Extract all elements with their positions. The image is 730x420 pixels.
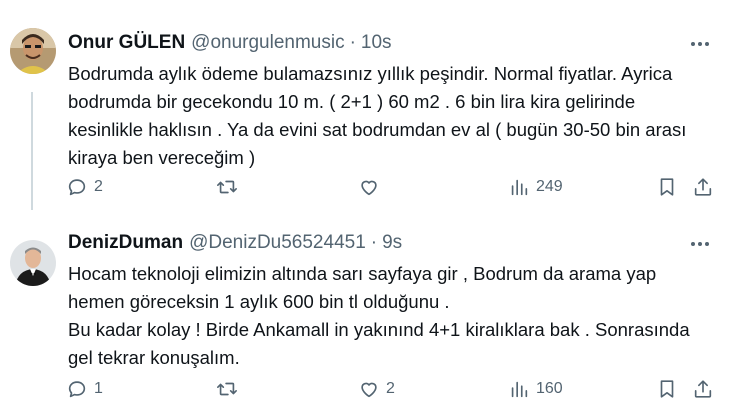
action-bar: 1 2 160 <box>66 376 716 402</box>
timestamp[interactable]: 9s <box>382 232 402 254</box>
views-icon <box>511 381 528 398</box>
timestamp[interactable]: 10s <box>361 32 392 54</box>
like-count: 2 <box>386 380 395 397</box>
action-bar: 2 249 <box>66 174 716 200</box>
share-button[interactable] <box>692 376 714 402</box>
author-name[interactable]: Onur GÜLEN <box>68 32 185 54</box>
author-handle[interactable]: @onurgulenmusic <box>191 32 344 54</box>
separator: · <box>370 232 378 253</box>
views-icon <box>511 179 528 196</box>
author-name[interactable]: DenizDuman <box>68 232 183 254</box>
reply-icon <box>68 179 86 196</box>
author-handle[interactable]: @DenizDu56524451 <box>189 232 366 254</box>
bookmark-icon <box>660 178 674 196</box>
like-button[interactable]: 2 <box>358 376 395 402</box>
tweet-header: Onur GÜLEN @onurgulenmusic · 10s <box>68 32 392 54</box>
avatar[interactable] <box>10 28 56 74</box>
reply-icon <box>68 381 86 398</box>
tweet[interactable]: Onur GÜLEN @onurgulenmusic · 10s Bodrumd… <box>0 0 730 210</box>
tweet-text-paragraph: Hocam teknoloji elimizin altında sarı sa… <box>68 263 657 312</box>
tweet-text: Bodrumda aylık ödeme bulamazsınız yıllık… <box>68 60 708 172</box>
bookmark-button[interactable] <box>656 376 678 402</box>
tweet[interactable]: DenizDuman @DenizDu56524451 · 9s Hocam t… <box>0 210 730 420</box>
bookmark-button[interactable] <box>656 174 678 200</box>
more-icon[interactable] <box>688 234 712 254</box>
tweet-text-paragraph: Bodrumda aylık ödeme bulamazsınız yıllık… <box>68 63 687 168</box>
retweet-button[interactable] <box>216 376 244 402</box>
views-button[interactable]: 249 <box>508 174 563 200</box>
like-icon <box>361 180 377 196</box>
retweet-button[interactable] <box>216 174 244 200</box>
like-icon <box>361 382 377 398</box>
views-count: 160 <box>536 380 563 397</box>
separator: · <box>349 32 356 53</box>
reply-count: 1 <box>94 380 103 397</box>
reply-count: 2 <box>94 178 103 195</box>
tweet-text-paragraph: Bu kadar kolay ! Birde Ankamall in yakın… <box>68 319 690 368</box>
tweet-text: Hocam teknoloji elimizin altında sarı sa… <box>68 260 708 372</box>
reply-button[interactable]: 2 <box>66 174 103 200</box>
share-button[interactable] <box>692 174 714 200</box>
avatar[interactable] <box>10 240 56 286</box>
thread-line <box>31 92 33 210</box>
retweet-icon <box>217 382 237 396</box>
views-button[interactable]: 160 <box>508 376 563 402</box>
share-icon <box>694 380 712 398</box>
bookmark-icon <box>660 380 674 398</box>
retweet-icon <box>217 180 237 194</box>
reply-button[interactable]: 1 <box>66 376 103 402</box>
more-icon[interactable] <box>688 34 712 54</box>
share-icon <box>694 178 712 196</box>
views-count: 249 <box>536 178 563 195</box>
tweet-header: DenizDuman @DenizDu56524451 · 9s <box>68 232 402 254</box>
like-button[interactable] <box>358 174 386 200</box>
